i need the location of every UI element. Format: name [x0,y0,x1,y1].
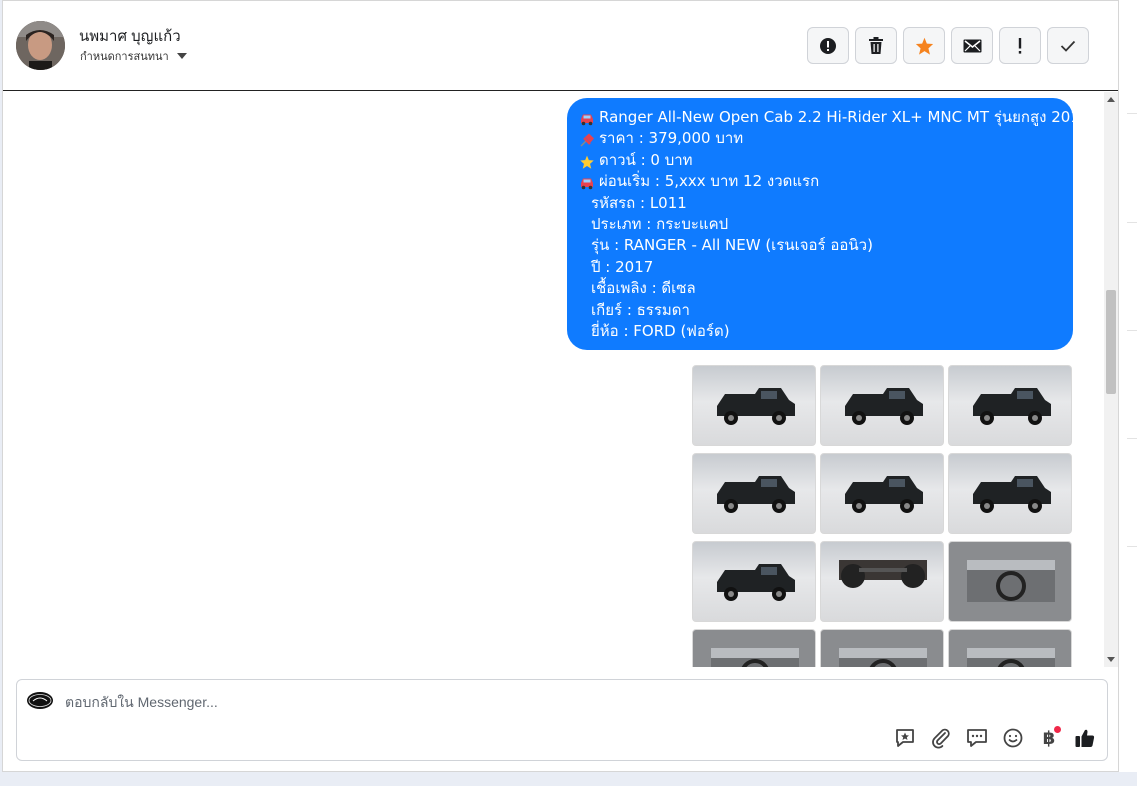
envelope-icon [963,39,981,52]
follow-up-button[interactable] [999,27,1041,64]
reply-input[interactable] [65,692,765,712]
car-photo-side-2[interactable] [692,541,816,622]
scroll-up-arrow-icon[interactable] [1107,97,1115,102]
divider-line [1127,330,1137,331]
thumbs-up-icon [1075,729,1095,747]
mark-done-button[interactable] [1047,27,1089,64]
attach-button[interactable] [929,726,953,750]
quick-replies-button[interactable] [965,726,989,750]
check-icon [1060,40,1076,52]
divider-line [1127,222,1137,223]
divider-line [1127,438,1137,439]
message-line: ปี : 2017 [591,257,654,276]
car-icon [579,111,595,126]
car-icon [579,175,595,190]
car-photo-seats[interactable] [948,629,1072,667]
chat-bubbles-icon [967,729,987,747]
payment-button[interactable]: ฿ [1037,726,1061,750]
assign-label: กำหนดการสนทนา [80,51,169,63]
alert-circle-icon [820,37,836,54]
caret-down-icon [176,53,187,59]
saved-reply-button[interactable] [893,726,917,750]
notification-dot [1054,726,1061,733]
conversation-header: นพมาศ บุญแก้ว กำหนดการสนทนา [3,1,1118,91]
header-actions [807,27,1089,64]
car-photo-side[interactable] [948,453,1072,534]
message-line-text: ผ่อนเริ่ม : 5,xxx บาท 12 งวดแรก [599,172,820,191]
message-bubble: Ranger All-New Open Cab 2.2 Hi-Rider XL+… [567,98,1089,350]
page-logo-icon [27,692,53,709]
avatar-photo [16,21,65,70]
car-photo-front-angle[interactable] [692,365,816,446]
message-line: รหัสรถ : L011 [591,193,687,212]
car-photo-front[interactable] [820,365,944,446]
message-line: รุ่น : RANGER - All NEW (เรนเจอร์ ออนิว) [591,236,873,255]
car-photo-underbody[interactable] [820,541,944,622]
message-line-text: Ranger All-New Open Cab 2.2 Hi-Rider XL+… [599,108,1090,126]
delete-button[interactable] [855,27,897,64]
divider-line [1127,546,1137,547]
message-line: ยี่ห้อ : FORD (ฟอร์ด) [591,322,730,341]
message-line: เชื้อเพลิง : ดีเซล [591,279,696,298]
conversation-panel: นพมาศ บุญแก้ว กำหนดการสนทนา Ranger All-N… [2,0,1119,772]
emoji-icon [1003,728,1023,748]
exclamation-icon [1018,37,1022,54]
like-button[interactable] [1073,726,1097,750]
car-photo-dashboard[interactable] [692,629,816,667]
report-spam-button[interactable] [807,27,849,64]
car-photo-dashboard-2[interactable] [820,629,944,667]
divider-line [1127,113,1137,114]
message-line: Ranger All-New Open Cab 2.2 Hi-Rider XL+… [579,107,1089,128]
message-line: ประเภท : กระบะแคป [591,215,729,234]
assign-conversation-dropdown[interactable]: กำหนดการสนทนา [80,47,187,65]
scroll-down-arrow-icon[interactable] [1107,657,1115,662]
mark-unread-button[interactable] [951,27,993,64]
pin-icon [579,132,595,147]
car-photo-door-interior[interactable] [948,541,1072,622]
message-scrollbar[interactable] [1104,92,1118,667]
composer-tools: ฿ [893,726,1097,750]
star-button[interactable] [903,27,945,64]
contact-name[interactable]: นพมาศ บุญแก้ว [79,24,181,48]
message-line: ดาวน์ : 0 บาท [579,150,1061,171]
avatar[interactable] [16,21,65,70]
message-line-text: ราคา : 379,000 บาท [599,129,744,148]
message-line: เกียร์ : ธรรมดา [591,300,690,319]
saved-reply-icon [896,729,914,747]
reply-composer: ฿ [16,679,1108,761]
emoji-button[interactable] [1001,726,1025,750]
message-line: ราคา : 379,000 บาท [579,128,1061,149]
trash-icon [869,36,883,54]
message-line: ผ่อนเริ่ม : 5,xxx บาท 12 งวดแรก [579,171,1061,192]
car-photo-rear-angle[interactable] [948,365,1072,446]
right-edge-strip [1119,0,1137,772]
star-icon [579,154,595,169]
car-photo-rear[interactable] [692,453,816,534]
message-list: Ranger All-New Open Cab 2.2 Hi-Rider XL+… [3,92,1103,667]
attachment-icon [932,728,950,749]
scrollbar-thumb[interactable] [1106,290,1116,394]
star-icon [915,37,933,55]
message-line-text: ดาวน์ : 0 บาท [599,150,693,169]
car-photo-front-angle-2[interactable] [820,453,944,534]
